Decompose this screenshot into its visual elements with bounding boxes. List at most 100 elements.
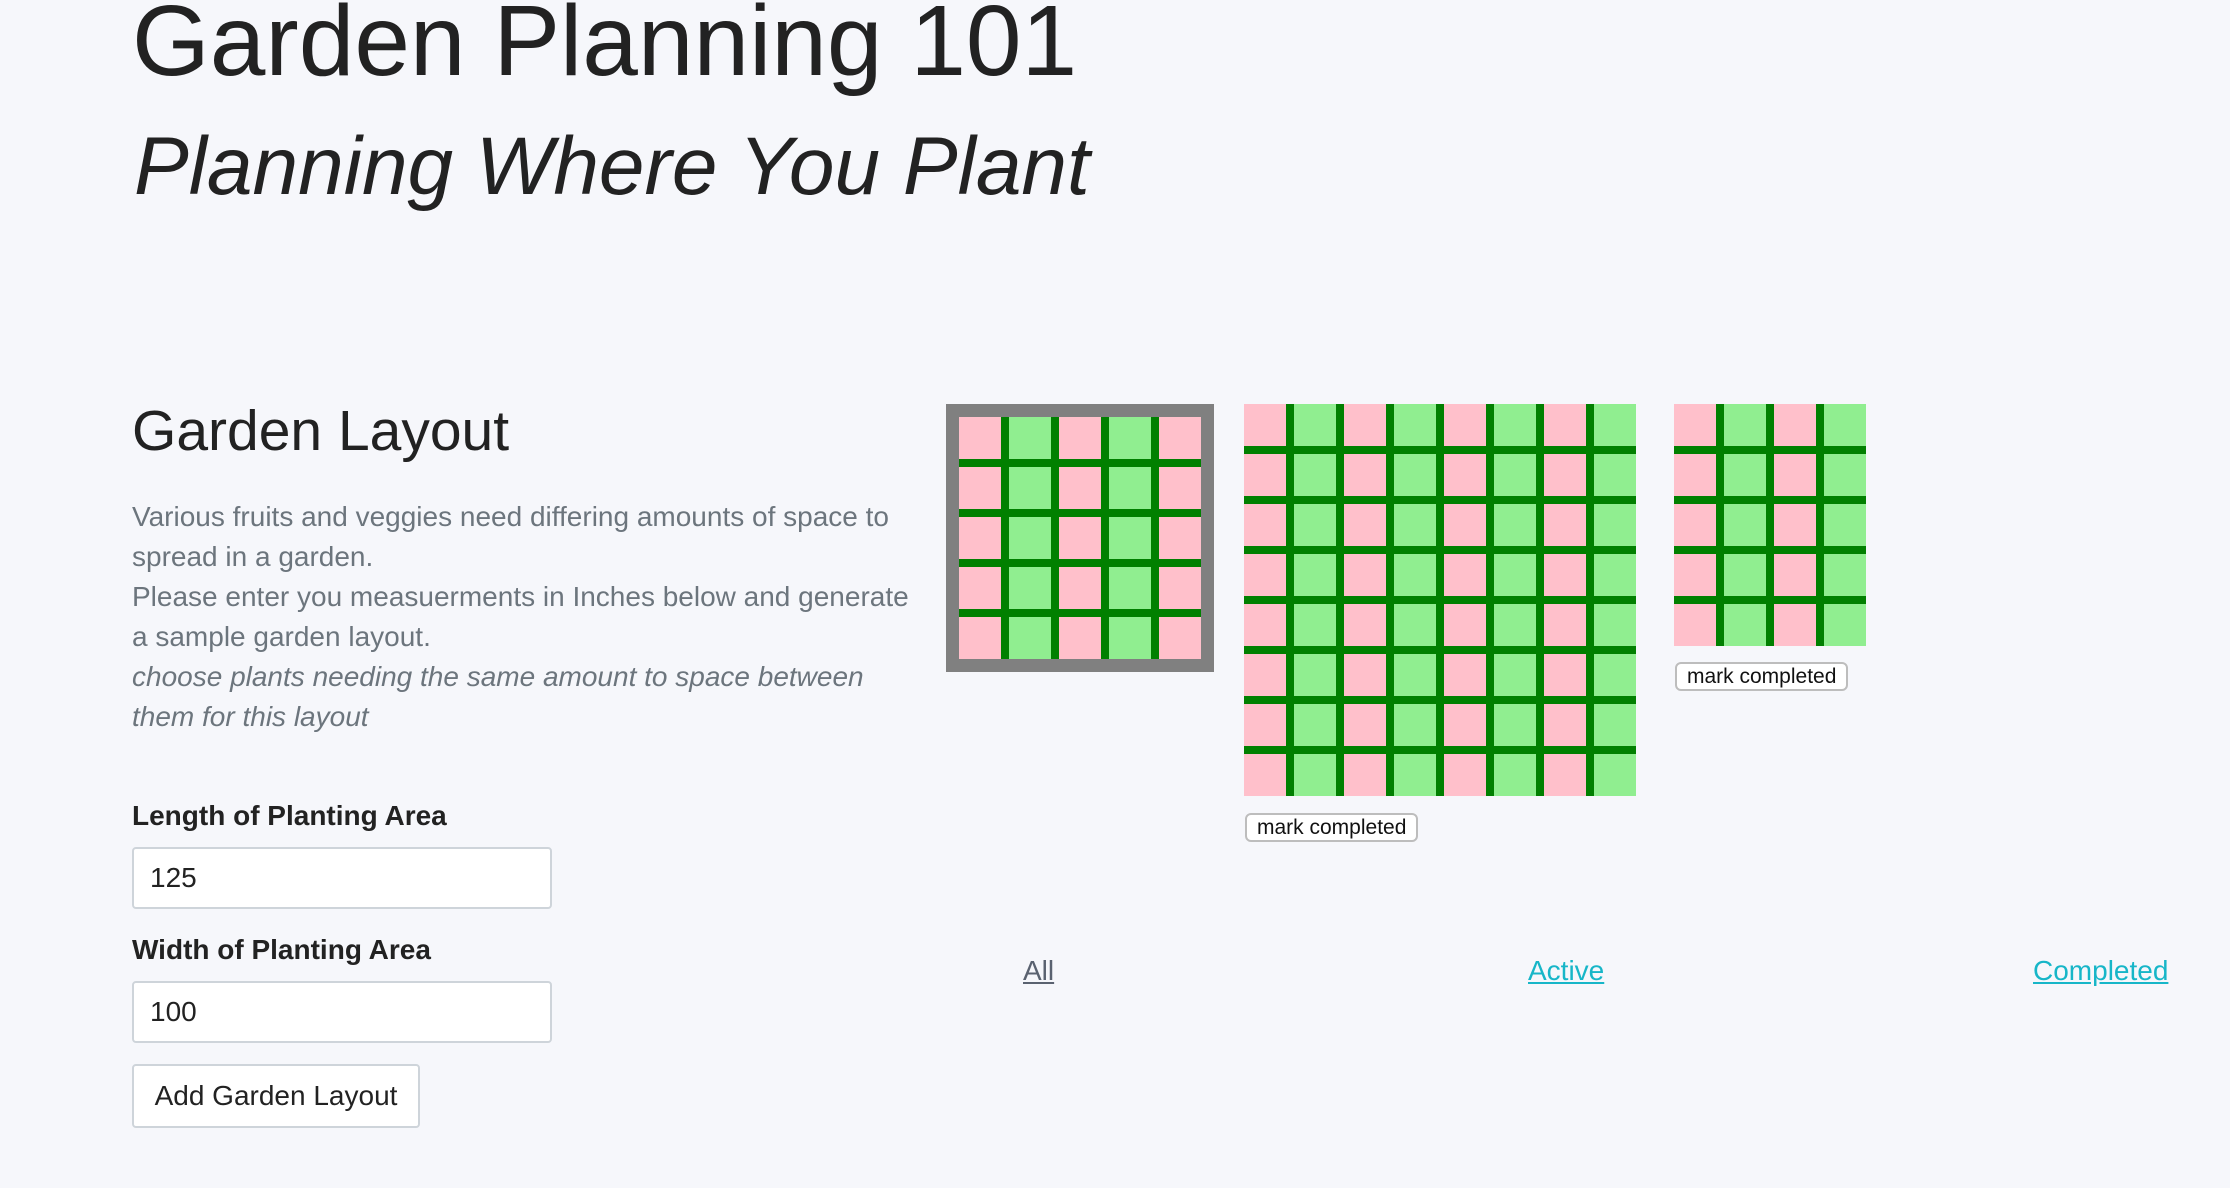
filter-active-link[interactable]: Active	[1528, 955, 1604, 987]
grid-line	[1436, 696, 1444, 704]
grid-line	[1674, 496, 1716, 504]
grid-line	[1394, 596, 1436, 604]
grid-line	[1536, 604, 1544, 646]
grid-line	[1336, 654, 1344, 696]
grid-line	[1109, 559, 1151, 567]
grid-line	[1766, 604, 1774, 646]
grid-line	[1674, 596, 1716, 604]
grid-line	[1244, 446, 1286, 454]
grid-line	[1774, 496, 1816, 504]
grid-line	[1386, 454, 1394, 496]
grid-line	[1536, 654, 1544, 696]
description-line: Please enter you measuerments in Inches …	[132, 581, 909, 652]
grid-line	[1394, 746, 1436, 754]
length-input[interactable]	[132, 847, 552, 909]
planting-cell	[1244, 754, 1286, 796]
grid-line	[1486, 754, 1494, 796]
grid-line	[1286, 446, 1294, 454]
mark-completed-button[interactable]: mark completed	[1245, 813, 1419, 842]
planting-cell	[1724, 454, 1766, 496]
grid-line	[1816, 596, 1824, 604]
grid-line	[1051, 517, 1059, 559]
grid-line	[1151, 467, 1159, 509]
planting-cell	[1494, 554, 1536, 596]
page-subtitle: Planning Where You Plant	[134, 121, 1090, 212]
grid-line	[1716, 496, 1724, 504]
grid-line	[1594, 596, 1636, 604]
width-input[interactable]	[132, 981, 552, 1043]
grid-line	[1436, 646, 1444, 654]
planting-cell	[1674, 404, 1716, 446]
grid-line	[1536, 596, 1544, 604]
grid-line	[1386, 446, 1394, 454]
grid-line	[1001, 609, 1009, 617]
grid-line	[1151, 517, 1159, 559]
grid-line	[1716, 454, 1724, 496]
planting-cell	[1724, 604, 1766, 646]
grid-line	[1109, 609, 1151, 617]
grid-line	[1536, 754, 1544, 796]
grid-line	[1386, 404, 1394, 446]
grid-line	[1009, 509, 1051, 517]
width-label: Width of Planting Area	[132, 934, 431, 965]
add-garden-layout-button[interactable]: Add Garden Layout	[132, 1064, 420, 1128]
grid-line	[1766, 546, 1774, 554]
grid-line	[1109, 459, 1151, 467]
planting-cell	[1444, 754, 1486, 796]
grid-line	[1386, 604, 1394, 646]
grid-line	[1586, 604, 1594, 646]
grid-line	[1766, 454, 1774, 496]
grid-line	[1051, 609, 1059, 617]
grid-line	[1386, 554, 1394, 596]
grid-line	[1486, 596, 1494, 604]
planting-cell	[1444, 604, 1486, 646]
grid-line	[1436, 554, 1444, 596]
planting-cell	[1009, 567, 1051, 609]
planting-cell	[1294, 604, 1336, 646]
grid-line	[1436, 746, 1444, 754]
planting-cell	[1159, 467, 1201, 509]
grid-line	[1101, 417, 1109, 459]
grid-line	[1494, 546, 1536, 554]
planting-cell	[1594, 454, 1636, 496]
filter-all-link[interactable]: All	[1023, 955, 1054, 987]
planting-cell	[1059, 517, 1101, 559]
planting-cell	[1109, 517, 1151, 559]
grid-line	[1536, 704, 1544, 746]
grid-line	[1336, 704, 1344, 746]
planting-cell	[1159, 567, 1201, 609]
grid-line	[1159, 459, 1201, 467]
planting-cell	[959, 617, 1001, 659]
filter-completed-link[interactable]: Completed	[2033, 955, 2168, 987]
grid-line	[1336, 696, 1344, 704]
planting-cell	[1544, 654, 1586, 696]
garden-layout-grid[interactable]	[1244, 404, 1636, 796]
grid-line	[1824, 596, 1866, 604]
grid-line	[1486, 546, 1494, 554]
mark-completed-button[interactable]: mark completed	[1675, 662, 1849, 691]
planting-cell	[1344, 454, 1386, 496]
grid-line	[959, 609, 1001, 617]
grid-line	[1586, 404, 1594, 446]
garden-layout-grid[interactable]	[1674, 404, 1866, 646]
garden-layout-grid-selected[interactable]	[946, 404, 1214, 672]
grid-line	[1336, 754, 1344, 796]
grid-line	[1386, 704, 1394, 746]
grid-line	[1586, 446, 1594, 454]
grid-line	[1286, 546, 1294, 554]
grid-line	[1009, 459, 1051, 467]
grid-line	[1494, 596, 1536, 604]
grid-line	[1716, 596, 1724, 604]
planting-cell	[1594, 404, 1636, 446]
grid-line	[1244, 596, 1286, 604]
grid-line	[1586, 746, 1594, 754]
grid-line	[1766, 404, 1774, 446]
grid-line	[1486, 704, 1494, 746]
planting-cell	[1294, 704, 1336, 746]
grid-line	[1151, 459, 1159, 467]
planting-cell	[1009, 417, 1051, 459]
grid-line	[1816, 446, 1824, 454]
planting-cell	[1344, 504, 1386, 546]
planting-cell	[1394, 704, 1436, 746]
grid-line	[1394, 496, 1436, 504]
